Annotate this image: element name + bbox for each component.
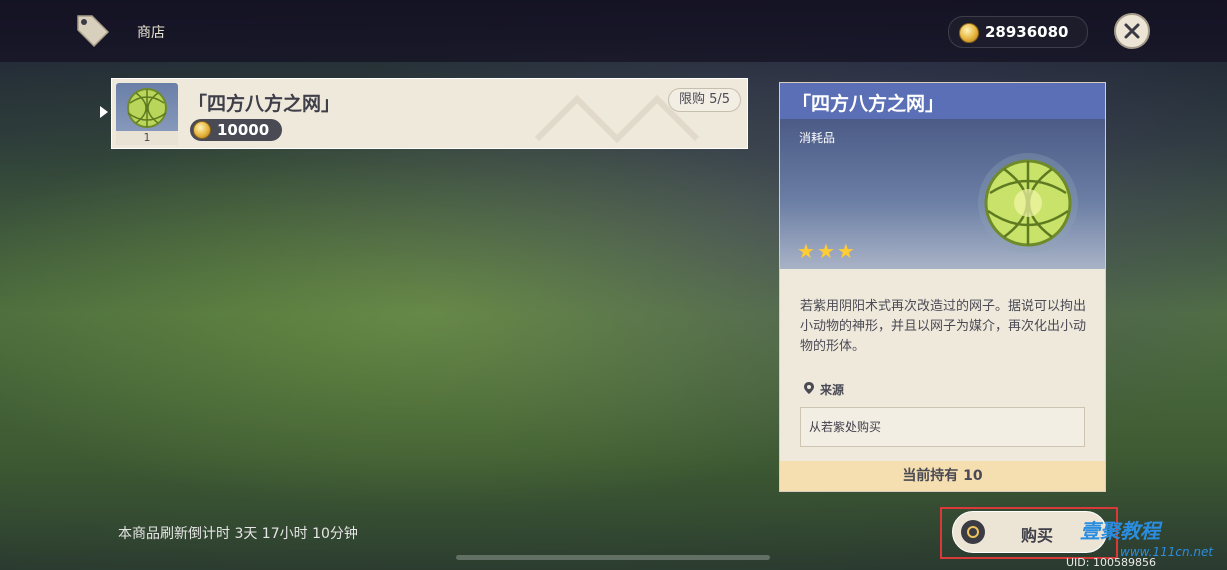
buy-ring-icon [961,520,985,544]
net-ball-icon [978,153,1078,253]
watermark-url: www.111cn.net [1120,545,1214,559]
coin-icon [193,121,211,139]
refresh-countdown: 本商品刷新倒计时 3天 17小时 10分钟 [118,526,358,542]
star-icon: ★ [836,239,855,263]
item-thumbnail: 1 [116,83,178,145]
close-button[interactable] [1114,13,1150,49]
item-price: 10000 [190,119,282,141]
shop-title: 商店 [137,25,165,41]
selection-arrow-icon [100,106,108,118]
purchase-limit-badge: 限购 5/5 [668,88,741,112]
source-label-text: 来源 [820,383,845,397]
currency-amount: 28936080 [985,23,1069,41]
item-stack-count: 1 [116,131,178,145]
detail-title: 「四方八方之网」 [792,93,945,115]
currency-display: 28936080 [948,16,1088,48]
source-value[interactable]: 从若紫处购买 [800,407,1085,447]
location-pin-icon [804,382,814,394]
scroll-indicator[interactable] [456,555,770,560]
coin-icon [959,23,979,43]
star-icon: ★ [797,239,815,263]
close-icon [1124,23,1140,39]
detail-header: 「四方八方之网」 [780,83,1105,120]
item-description: 若紫用阴阳术式再次改造过的网子。据说可以拘出小动物的神形，并且以网子为媒介，再次… [800,299,1087,354]
source-heading: 来源 [804,381,844,398]
net-ball-icon [127,88,167,128]
shop-tag-icon [77,15,110,48]
item-name: 「四方八方之网」 [188,93,341,115]
buy-label: 购买 [1021,526,1054,545]
item-type: 消耗品 [799,131,836,145]
shop-item-card[interactable]: 1 「四方八方之网」 10000 限购 5/5 [111,78,748,149]
watermark-brand: 壹聚教程 [1080,519,1160,543]
star-icon: ★ [816,239,835,263]
item-detail-panel: 「四方八方之网」 消耗品 ★ ★ ★ 若紫用阴阳术式再次改造过的网子。据说可以拘出小… [779,82,1106,492]
price-value: 10000 [217,121,270,139]
owned-count: 当前持有 10 [780,461,1105,491]
detail-hero: 消耗品 ★ ★ ★ [780,119,1105,269]
top-bar: 商店 28936080 [0,0,1227,62]
rarity-stars: ★ ★ ★ [797,239,857,263]
